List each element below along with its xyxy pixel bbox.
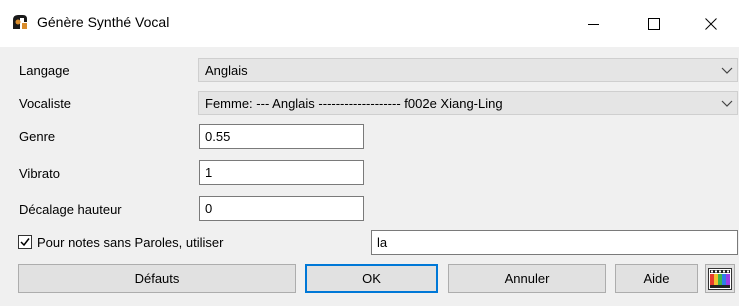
maximize-button[interactable]: [631, 0, 677, 47]
window-title: Génère Synthé Vocal: [37, 14, 170, 30]
minimize-button[interactable]: [571, 0, 617, 47]
video-help-button[interactable]: [705, 264, 735, 293]
pitch-offset-label: Décalage hauteur: [19, 202, 122, 217]
gender-field[interactable]: [200, 125, 363, 148]
chevron-down-icon: [721, 100, 733, 107]
no-lyrics-syllable-field[interactable]: [372, 231, 737, 254]
pitch-offset-field[interactable]: [200, 197, 363, 220]
close-icon: [705, 17, 717, 30]
language-select[interactable]: Anglais: [198, 58, 738, 82]
defaults-button[interactable]: Défauts: [18, 264, 296, 293]
gender-label: Genre: [19, 129, 56, 144]
help-button[interactable]: Aide: [615, 264, 698, 293]
cancel-button[interactable]: Annuler: [448, 264, 606, 293]
vibrato-field[interactable]: [200, 161, 363, 184]
vocalist-value: Femme: --- Anglais ------------------- f…: [205, 96, 503, 111]
vibrato-label: Vibrato: [19, 166, 60, 181]
no-lyrics-checkbox[interactable]: [18, 235, 32, 249]
title-bar: Génère Synthé Vocal: [0, 0, 739, 47]
minimize-icon: [588, 23, 599, 25]
maximize-icon: [648, 17, 660, 30]
vibrato-field-box: [199, 160, 364, 185]
film-clapper-icon: [708, 267, 732, 290]
band-in-a-box-icon: [11, 13, 29, 31]
no-lyrics-field-box: [371, 230, 738, 255]
pitch-offset-field-box: [199, 196, 364, 221]
close-button[interactable]: [688, 0, 734, 47]
gender-field-box: [199, 124, 364, 149]
ok-button[interactable]: OK: [305, 264, 438, 293]
vocalist-select[interactable]: Femme: --- Anglais ------------------- f…: [198, 91, 738, 115]
vocalist-label: Vocaliste: [19, 96, 72, 111]
chevron-down-icon: [721, 67, 733, 74]
checkmark-icon: [20, 238, 30, 247]
language-value: Anglais: [205, 63, 248, 78]
language-label: Langage: [19, 63, 70, 78]
no-lyrics-label: Pour notes sans Paroles, utiliser: [37, 235, 224, 250]
